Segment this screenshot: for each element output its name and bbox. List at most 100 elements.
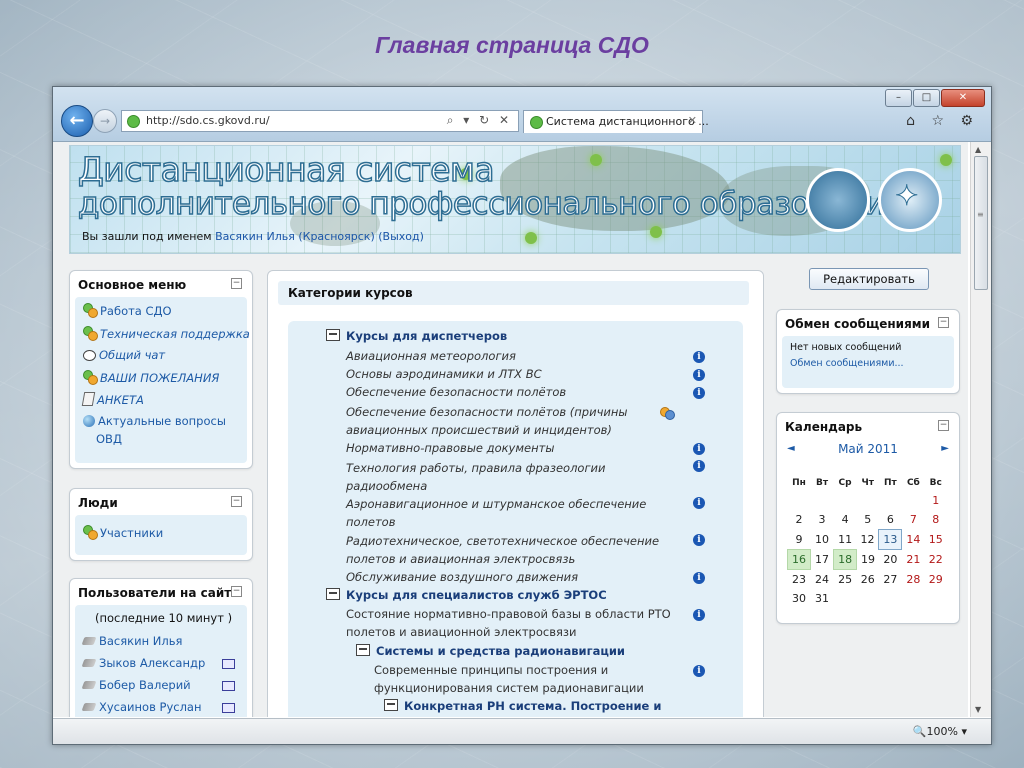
collapse-icon[interactable]: − [231,278,242,289]
info-icon[interactable]: i [693,460,705,472]
calendar-day[interactable]: 15 [925,530,947,550]
messages-link[interactable]: Обмен сообщениями... [790,358,904,369]
menu-item-wishes[interactable]: ВАШИ ПОЖЕЛАНИЯ [83,370,219,385]
calendar-day[interactable]: 19 [857,550,879,570]
calendar-day[interactable]: 27 [879,570,902,590]
maximize-button[interactable]: □ [913,89,940,107]
calendar-day[interactable]: 2 [788,510,811,530]
calendar-day[interactable]: 5 [857,510,879,530]
info-icon[interactable]: i [693,443,705,455]
calendar-day[interactable]: 8 [925,510,947,530]
calendar-day[interactable]: 7 [902,510,925,530]
course-link[interactable]: Технология работы, правила фразеологии ра… [346,459,605,495]
course-link[interactable]: Нормативно-правовые документы [346,439,554,457]
address-tools-icons[interactable]: ⌕ ▾ ↻ ✕ [447,113,512,128]
menu-item-tech-support[interactable]: Техническая поддержка [83,326,250,341]
course-link[interactable]: Современные принципы построения и функцио… [374,661,644,697]
address-url[interactable]: http://sdo.cs.gkovd.ru/ [146,114,270,127]
calendar-day[interactable]: 26 [857,570,879,590]
online-user-item[interactable]: Васякин Илья [81,634,182,648]
calendar-day[interactable]: 31 [811,589,834,608]
course-link[interactable]: Радиотехническое, светотехническое обесп… [346,532,659,568]
category-ertos[interactable]: Курсы для специалистов служб ЭРТОС [326,588,607,602]
course-link[interactable]: Обеспечение безопасности полётов [346,383,566,401]
calendar-day[interactable]: 17 [811,550,834,570]
course-link[interactable]: Авиационная метеорология [346,347,516,365]
calendar-day[interactable]: 24 [811,570,834,590]
send-message-icon[interactable] [222,659,235,669]
info-icon[interactable]: i [693,369,705,381]
course-link[interactable]: Состояние нормативно-правовой базы в обл… [346,605,671,641]
course-link[interactable]: Аэронавигационное и штурманское обеспече… [346,495,646,531]
vertical-scrollbar[interactable]: ▲ ≡ ▼ [970,142,991,717]
calendar-day[interactable]: 20 [879,550,902,570]
calendar-day[interactable]: 11 [834,530,857,550]
teacher-icon[interactable] [660,405,675,420]
zoom-caret-icon[interactable]: ▾ [961,725,967,738]
calendar-day[interactable]: 12 [857,530,879,550]
calendar-day[interactable]: 4 [834,510,857,530]
online-user-item[interactable]: Хусаинов Руслан [81,700,202,714]
calendar-day[interactable]: 21 [902,550,925,570]
calendar-day[interactable]: 23 [788,570,811,590]
category-dispatchers[interactable]: Курсы для диспетчеров [326,329,507,343]
tab-title[interactable]: Система дистанционного ... [546,115,709,128]
calendar-day[interactable]: 10 [811,530,834,550]
info-icon[interactable]: i [693,609,705,621]
collapse-icon[interactable]: − [938,420,949,431]
participants-link[interactable]: Участники [83,525,163,540]
calendar-day[interactable]: 9 [788,530,811,550]
calendar-day[interactable]: 29 [925,570,947,590]
back-arrow-icon[interactable]: ← [61,105,93,137]
info-icon[interactable]: i [693,572,705,584]
scrollbar-thumb[interactable] [974,156,988,290]
browser-tab[interactable]: Система дистанционного ... ✕ [523,110,709,133]
send-message-icon[interactable] [222,703,235,713]
calendar-day[interactable]: 13 [878,529,903,550]
calendar-day[interactable]: 25 [834,570,857,590]
send-message-icon[interactable] [222,681,235,691]
menu-item-sdo-work[interactable]: Работа СДО [83,303,172,318]
zoom-control[interactable]: 🔍100% ▾ [913,725,967,738]
category-radionavigation[interactable]: Системы и средства радионавигации [356,644,625,658]
user-profile-link[interactable]: Васякин Илья (Красноярск) [215,230,375,243]
address-bar[interactable]: http://sdo.cs.gkovd.ru/ ⌕ ▾ ↻ ✕ [121,110,519,132]
info-icon[interactable]: i [693,387,705,399]
course-link[interactable]: Обеспечение безопасности полётов (причин… [346,403,627,439]
collapse-icon[interactable]: − [231,586,242,597]
course-link[interactable]: Основы аэродинамики и ЛТХ ВС [346,365,542,383]
close-button[interactable]: ✕ [941,89,985,107]
calendar-day[interactable]: 3 [811,510,834,530]
calendar-day[interactable]: 28 [902,570,925,590]
calendar-day[interactable]: 16 [786,549,812,570]
category-rn-system[interactable]: Конкретная РН система. Построение и [384,699,661,713]
info-icon[interactable]: i [693,665,705,677]
scroll-down-arrow-icon[interactable]: ▼ [975,705,981,714]
tab-close-icon[interactable]: ✕ [688,114,697,127]
calendar-month[interactable]: Май 2011 [777,442,959,456]
collapse-icon[interactable]: − [231,496,242,507]
calendar-day[interactable]: 1 [925,491,947,510]
calendar-day[interactable]: 6 [879,510,902,530]
online-user-item[interactable]: Бобер Валерий [81,678,191,692]
menu-item-general-chat[interactable]: Общий чат [83,348,165,362]
calendar-day[interactable]: 18 [833,549,858,570]
calendar-day[interactable]: 14 [902,530,925,550]
edit-button[interactable]: Редактировать [809,268,929,290]
calendar-day[interactable]: 22 [925,550,947,570]
course-link[interactable]: Обслуживание воздушного движения [346,568,578,586]
minimize-button[interactable]: – [885,89,912,107]
forward-arrow-icon[interactable]: → [93,109,117,133]
menu-item-survey[interactable]: АНКЕТА [81,392,144,407]
calendar-next-icon[interactable]: ► [941,443,949,454]
menu-item-topical-questions[interactable]: Актуальные вопросы [83,414,226,428]
scroll-up-arrow-icon[interactable]: ▲ [975,145,981,154]
info-icon[interactable]: i [693,351,705,363]
home-favorites-settings-icons[interactable]: ⌂ ☆ ⚙ [906,113,979,129]
info-icon[interactable]: i [693,497,705,509]
menu-item-topical-questions-line2[interactable]: ОВД [96,432,122,446]
info-icon[interactable]: i [693,534,705,546]
logout-link[interactable]: (Выход) [378,230,424,243]
collapse-icon[interactable]: − [938,317,949,328]
calendar-day[interactable]: 30 [788,589,811,608]
